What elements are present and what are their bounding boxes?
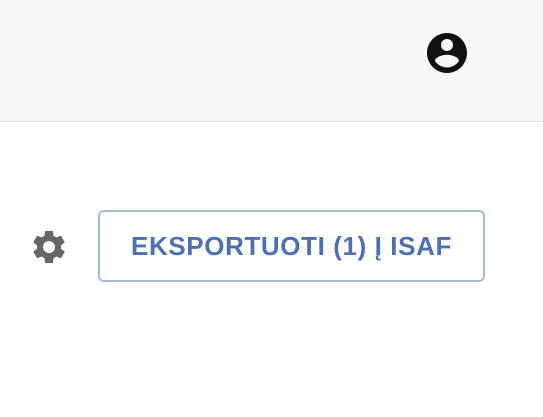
settings-button[interactable]: [28, 226, 70, 268]
export-to-isaf-button[interactable]: EKSPORTUOTI (1) Į ISAF: [98, 210, 485, 282]
action-toolbar: EKSPORTUOTI (1) Į ISAF: [0, 205, 543, 285]
account-circle-icon: [427, 33, 467, 73]
account-button[interactable]: [423, 29, 471, 77]
export-button-label: EKSPORTUOTI (1) Į ISAF: [131, 230, 452, 261]
top-app-bar: [0, 0, 543, 122]
gear-icon: [33, 231, 65, 263]
